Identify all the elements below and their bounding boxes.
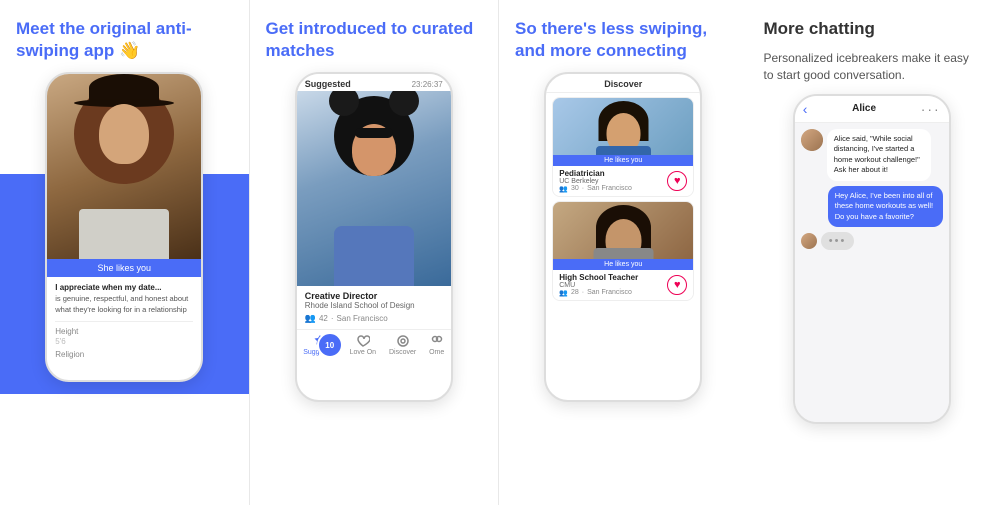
match2-heart-button[interactable]: ♥	[667, 275, 687, 295]
quote-title: I appreciate when my date...	[55, 283, 193, 292]
panel-3: So there's less swiping, and more connec…	[499, 0, 748, 505]
badge-count: 10	[325, 341, 334, 350]
back-button[interactable]: ‹	[803, 101, 808, 117]
alice-avatar-small	[801, 233, 817, 249]
match2-age: 28	[571, 289, 579, 297]
suggested-badge: 10	[317, 332, 343, 358]
phone-mockup-3: Discover He likes you Pediatrician	[544, 72, 702, 402]
phone-mockup-2: Suggested 23:26:37 Creative Director Rho…	[295, 72, 453, 402]
phone1-info: I appreciate when my date... is genuine,…	[47, 277, 201, 366]
height-value: 5'6	[55, 337, 193, 346]
match1-heart-button[interactable]: ♥	[667, 171, 687, 191]
person2-age: 42	[319, 314, 328, 323]
hat-decoration	[89, 74, 159, 102]
message-received-1: Alice said, "While social distancing, I'…	[801, 129, 931, 181]
match1-like-icon: 👥	[559, 185, 568, 193]
person2-body	[324, 96, 424, 286]
match2-photo: He likes you	[553, 202, 693, 270]
match1-photo: He likes you	[553, 98, 693, 166]
match2-like-icon: 👥	[559, 289, 568, 297]
message-bubble-sent: Hey Alice, I've been into all of these h…	[828, 186, 943, 228]
match1-school: UC Berkeley	[559, 178, 632, 185]
match1-age: 30	[571, 185, 579, 193]
height-label: Height	[55, 327, 193, 336]
location-separator: ·	[331, 314, 334, 323]
heart-icon-2: ♥	[674, 279, 681, 291]
match1-location: San Francisco	[587, 185, 632, 193]
nav-discover-label: Discover	[389, 349, 416, 356]
heart-icon: ♥	[674, 175, 681, 187]
match2-school: CMU	[559, 282, 638, 289]
she-likes-you-bar: She likes you	[47, 259, 201, 277]
more-options[interactable]: ···	[921, 101, 941, 117]
timer-display: 23:26:37	[412, 80, 443, 89]
chat-header: ‹ Alice ···	[795, 96, 949, 123]
nav-ome[interactable]: Ome	[429, 334, 444, 356]
match1-title: Pediatrician	[559, 169, 632, 178]
sunglasses-deco	[355, 128, 393, 138]
shirt-decoration	[79, 209, 169, 259]
phone2-topbar: Suggested 23:26:37	[297, 74, 451, 91]
typing-indicator-row: •••	[801, 232, 943, 250]
match2-info: High School Teacher CMU 👥 28 · San Franc…	[553, 270, 693, 300]
person2-title: Creative Director	[305, 291, 443, 301]
discover-header: Discover	[546, 74, 700, 93]
phone-mockup-1: She likes you I appreciate when my date.…	[45, 72, 203, 382]
person2-location: San Francisco	[337, 314, 388, 323]
phone1-photo	[47, 74, 201, 259]
phone2-photo	[297, 91, 451, 286]
person2-meta: 👥 42 · San Francisco	[305, 313, 443, 324]
match-card-2: He likes you High School Teacher CMU 👥 2…	[552, 201, 694, 301]
phone-mockup-4: ‹ Alice ··· Alice said, "While social di…	[793, 94, 951, 424]
panel-4-title: More chatting	[764, 18, 981, 40]
match1-meta: 👥 30 · San Francisco	[559, 185, 632, 193]
nav-discover[interactable]: Discover	[389, 334, 416, 356]
message-sent-1: Hey Alice, I've been into all of these h…	[801, 186, 943, 228]
panel-4: More chatting Personalized icebreakers m…	[748, 0, 996, 505]
nav-ome-label: Ome	[429, 349, 444, 356]
match2-title: High School Teacher	[559, 273, 638, 282]
panel-2-title: Get introduced to curated matches	[266, 18, 483, 62]
match-card-1: He likes you Pediatrician UC Berkeley 👥 …	[552, 97, 694, 197]
match2-likes-bar: He likes you	[553, 259, 693, 270]
panel-1: Meet the original anti-swiping app 👋 She…	[0, 0, 250, 505]
face-decoration	[99, 104, 149, 164]
panel-3-title: So there's less swiping, and more connec…	[515, 18, 732, 62]
message-bubble-received: Alice said, "While social distancing, I'…	[827, 129, 931, 181]
typing-dots: •••	[821, 232, 855, 250]
match1-likes-bar: He likes you	[553, 155, 693, 166]
jacket-deco	[334, 226, 414, 286]
like-icon: 👥	[305, 313, 316, 324]
chat-name: Alice	[852, 103, 876, 114]
quote-text: is genuine, respectful, and honest about…	[55, 294, 193, 315]
panel-1-title: Meet the original anti-swiping app 👋	[16, 18, 233, 62]
person2-school: Rhode Island School of Design	[305, 301, 443, 310]
nav-loveon[interactable]: Love On	[350, 334, 376, 356]
alice-avatar	[801, 129, 823, 151]
match1-info: Pediatrician UC Berkeley 👥 30 · San Fran…	[553, 166, 693, 196]
match2-location: San Francisco	[587, 289, 632, 297]
phone2-info: Creative Director Rhode Island School of…	[297, 286, 451, 329]
religion-label: Religion	[55, 350, 193, 359]
chat-messages: Alice said, "While social distancing, I'…	[795, 123, 949, 422]
panel-2: Get introduced to curated matches Sugges…	[250, 0, 500, 505]
panel-4-subtitle: Personalized icebreakers make it easy to…	[764, 50, 981, 84]
nav-loveon-label: Love On	[350, 349, 376, 356]
suggested-label: Suggested	[305, 79, 351, 89]
match2-meta: 👥 28 · San Francisco	[559, 289, 638, 297]
